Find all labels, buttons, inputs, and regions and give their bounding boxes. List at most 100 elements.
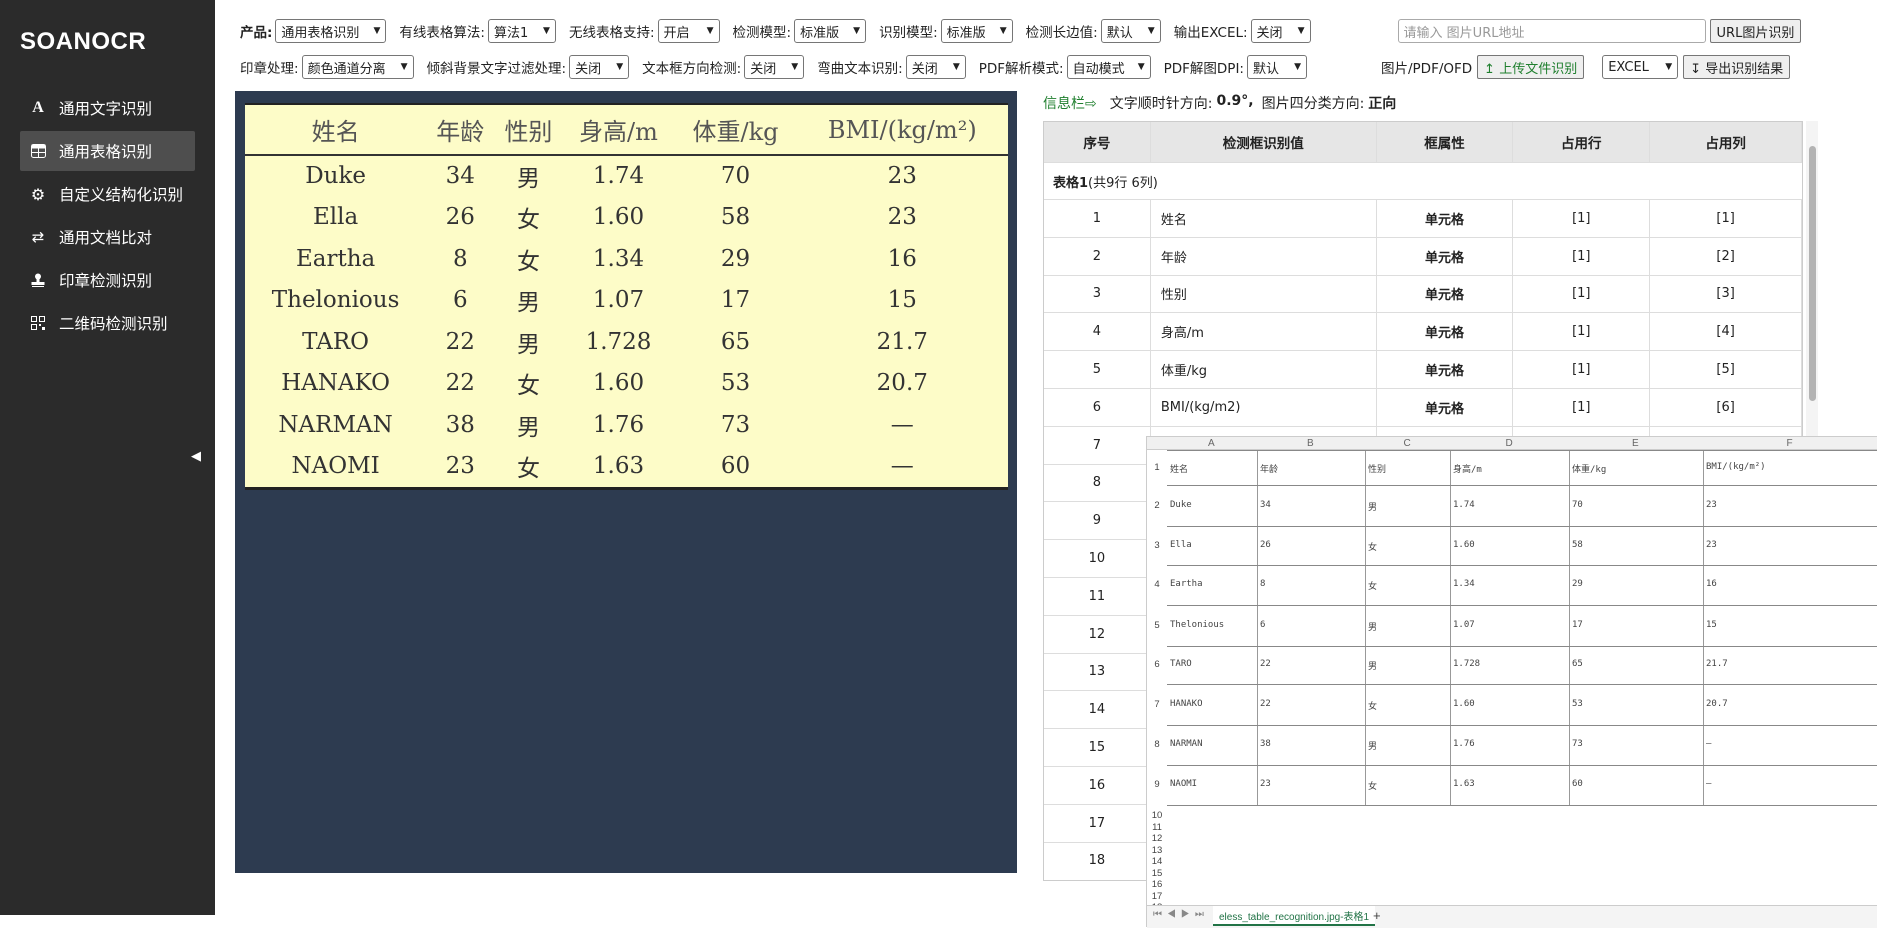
wireless-select[interactable]: 开启 ▼	[657, 19, 720, 43]
excel-select[interactable]: 关闭 ▼	[1250, 19, 1311, 43]
dir-select[interactable]: 关闭 ▼	[744, 55, 805, 79]
column-header: E	[1632, 438, 1639, 449]
sheet-cell[interactable]: 22	[1260, 699, 1271, 709]
result-header-cell: 序号	[1044, 122, 1151, 162]
sheet-cell[interactable]: Thelonious	[1170, 620, 1224, 630]
url-input[interactable]: 请输入 图片URL地址	[1397, 19, 1706, 43]
sheet-cell[interactable]: BMI/(kg/m²)	[1706, 462, 1766, 472]
collapse-sidebar-icon[interactable]: ◀	[191, 449, 201, 464]
export-result-button[interactable]: ↧ 导出识别结果	[1683, 55, 1791, 79]
grid-line	[1569, 450, 1570, 805]
result-row[interactable]: 3 性别 单元格 [1] [3]	[1044, 274, 1802, 313]
sheet-cell[interactable]: Ella	[1170, 540, 1192, 550]
source-cell: 65	[720, 328, 751, 355]
result-row[interactable]: 1 姓名 单元格 [1] [1]	[1044, 199, 1802, 237]
sheet-cell[interactable]: NAOMI	[1170, 779, 1197, 789]
sheet-cell[interactable]: 女	[1368, 540, 1377, 553]
sheet-cell[interactable]: 男	[1368, 500, 1377, 513]
sheet-cell[interactable]: 22	[1260, 659, 1271, 669]
sheet-cell[interactable]: 性别	[1368, 462, 1386, 475]
sheet-cell[interactable]: 1.60	[1453, 699, 1475, 709]
sidebar-item[interactable]: 印章检测识别	[20, 260, 195, 300]
curve-select[interactable]: 关闭 ▼	[905, 55, 966, 79]
sheet-cell[interactable]: 16	[1706, 579, 1717, 589]
sheet-cell[interactable]: 34	[1260, 500, 1271, 510]
sheet-cell[interactable]: 男	[1368, 739, 1377, 752]
sheet-cell[interactable]: 8	[1260, 579, 1265, 589]
sheet-cell[interactable]: 年龄	[1260, 462, 1278, 475]
scrollbar-thumb[interactable]	[1809, 146, 1816, 401]
sheet-cell[interactable]: 26	[1260, 540, 1271, 550]
source-cell: —	[890, 453, 914, 480]
result-row[interactable]: 2 年龄 单元格 [1] [2]	[1044, 236, 1802, 275]
sheet-cell[interactable]: HANAKO	[1170, 699, 1203, 709]
export-format-select[interactable]: EXCEL ▼	[1602, 55, 1679, 79]
seal-select[interactable]: 颜色通道分离 ▼	[301, 55, 414, 79]
pdf-mode-select[interactable]: 自动模式 ▼	[1066, 55, 1151, 79]
sidebar-item[interactable]: 通用表格识别	[20, 131, 195, 171]
result-row[interactable]: 5 体重/kg 单元格 [1] [5]	[1044, 350, 1802, 388]
sheet-cell[interactable]: —	[1706, 779, 1711, 789]
result-row[interactable]: 6 BMI/(kg/m2) 单元格 [1] [6]	[1044, 387, 1802, 426]
wired-select[interactable]: 算法1 ▼	[487, 19, 556, 43]
sidebar-item[interactable]: ⇄ 通用文档比对	[20, 217, 195, 257]
sheet-cell[interactable]: 男	[1368, 620, 1377, 633]
sheet-cell[interactable]: 20.7	[1706, 699, 1728, 709]
sheet-cell[interactable]: 6	[1260, 620, 1265, 630]
sidebar-item[interactable]: A 通用文字识别	[20, 88, 195, 128]
sheet-cell[interactable]: 1.728	[1453, 659, 1480, 669]
sheet-cell[interactable]: 23	[1706, 540, 1717, 550]
sheet-cell[interactable]: 38	[1260, 739, 1271, 749]
sheet-cell[interactable]: 29	[1572, 579, 1583, 589]
sheet-cell[interactable]: 60	[1572, 779, 1583, 789]
sheet-cell[interactable]: 1.60	[1453, 540, 1475, 550]
add-sheet-icon[interactable]: +	[1373, 908, 1381, 923]
result-row[interactable]: 4 身高/m 单元格 [1] [4]	[1044, 312, 1802, 351]
sheet-cell[interactable]: 1.76	[1453, 739, 1475, 749]
sheet-cell[interactable]: 姓名	[1170, 462, 1188, 475]
sheet-cell[interactable]: 1.07	[1453, 620, 1475, 630]
tilt-select[interactable]: 关闭 ▼	[569, 55, 630, 79]
sheet-cell[interactable]: 体重/kg	[1572, 462, 1606, 475]
sidebar-item[interactable]: ⚙ 自定义结构化识别	[20, 174, 195, 214]
sheet-cell[interactable]: Duke	[1170, 500, 1192, 510]
sheet-cell[interactable]: 21.7	[1706, 659, 1728, 669]
sheet-cell[interactable]: 65	[1572, 659, 1583, 669]
side-select[interactable]: 默认 ▼	[1100, 19, 1161, 43]
sheet-cell[interactable]: 23	[1260, 779, 1271, 789]
sheet-cell[interactable]: 23	[1706, 500, 1717, 510]
sheet-cell[interactable]: 15	[1706, 620, 1717, 630]
sheet-cell[interactable]: NARMAN	[1170, 739, 1203, 749]
url-recognize-button[interactable]: URL图片识别	[1709, 19, 1802, 43]
sheet-cell[interactable]: 女	[1368, 699, 1377, 712]
sheet-cell[interactable]: 男	[1368, 659, 1377, 672]
result-cell: 14	[1044, 691, 1151, 729]
sheet-cell[interactable]: 1.74	[1453, 500, 1475, 510]
table-caption-name: 表格1	[1053, 175, 1089, 191]
grid-line	[1450, 450, 1451, 805]
sidebar-item[interactable]: 二维码检测识别	[20, 303, 195, 343]
sheet-cell[interactable]: 身高/m	[1453, 462, 1482, 475]
sheet-cell[interactable]: 58	[1572, 540, 1583, 550]
sheet-cell[interactable]: 女	[1368, 579, 1377, 592]
dpi-select[interactable]: 默认 ▼	[1246, 55, 1307, 79]
sheet-cell[interactable]: 女	[1368, 779, 1377, 792]
tilt-value: 关闭	[575, 61, 602, 77]
sheet-cell[interactable]: TARO	[1170, 659, 1192, 669]
product-select[interactable]: 通用表格识别 ▼	[275, 19, 387, 43]
sheet-nav-icons[interactable]: ⏮◀▶⏭	[1153, 909, 1209, 920]
sheet-cell[interactable]: 17	[1572, 620, 1583, 630]
sheet-cell[interactable]: 53	[1572, 699, 1583, 709]
sheet-cell[interactable]: 73	[1572, 739, 1583, 749]
sheet-cell[interactable]: —	[1706, 739, 1711, 749]
sheet-cell[interactable]: 1.34	[1453, 579, 1475, 589]
sheet-tab[interactable]: eless_table_recognition.jpg-表格1	[1213, 906, 1376, 926]
rec-model-select[interactable]: 标准版 ▼	[940, 19, 1013, 43]
upload-file-button[interactable]: ↥ 上传文件识别	[1477, 55, 1585, 79]
grid-line	[1167, 485, 1877, 486]
sheet-cell[interactable]: 1.63	[1453, 779, 1475, 789]
sheet-cell[interactable]: 70	[1572, 500, 1583, 510]
sheet-cell[interactable]: Eartha	[1170, 579, 1203, 589]
detect-model-select[interactable]: 标准版 ▼	[794, 19, 867, 43]
source-header-cell: 性别	[494, 105, 563, 156]
